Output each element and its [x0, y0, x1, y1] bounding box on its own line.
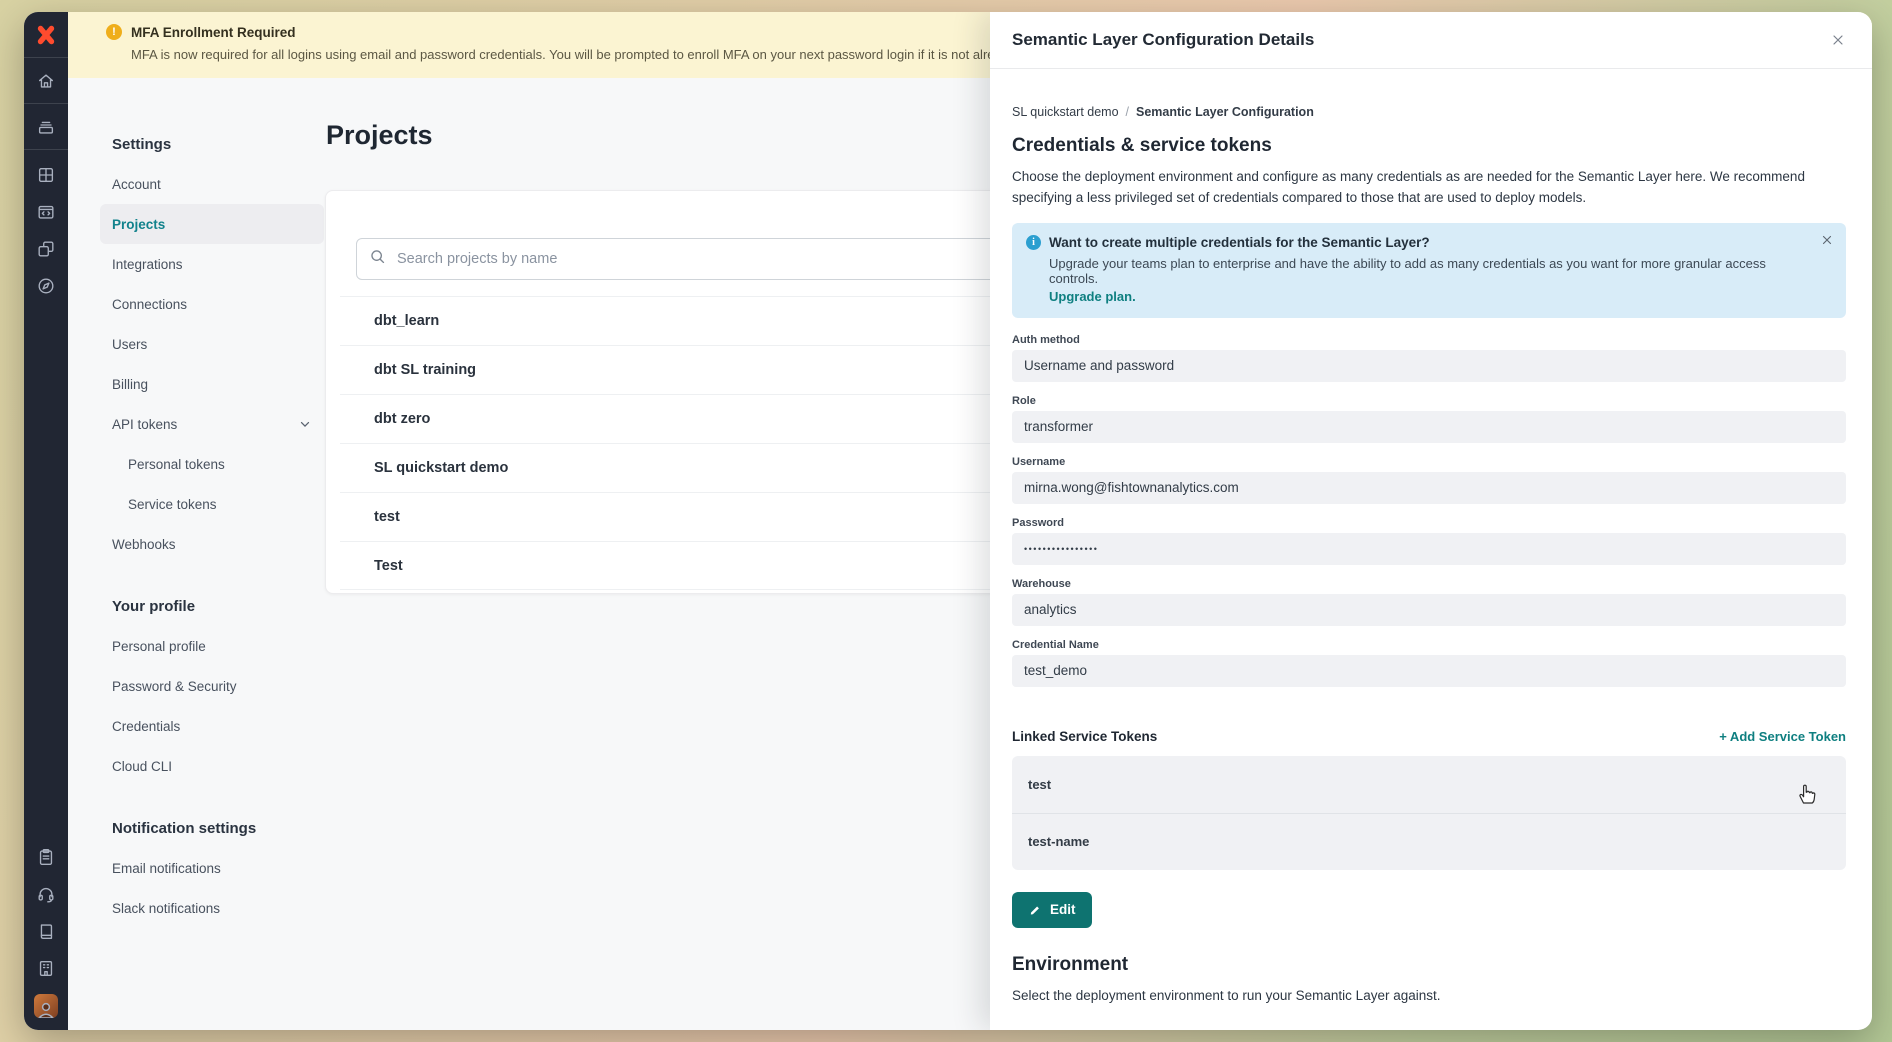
- search-icon: [369, 248, 386, 270]
- app-window: ! MFA Enrollment Required MFA is now req…: [24, 12, 1872, 1030]
- branch-icon[interactable]: [24, 230, 68, 267]
- pencil-icon: [1028, 903, 1042, 917]
- credential-name-field[interactable]: test_demo: [1012, 655, 1846, 687]
- password-field[interactable]: ••••••••••••••••: [1012, 533, 1846, 565]
- chevron-down-icon: [298, 417, 312, 431]
- add-service-token-button[interactable]: + Add Service Token: [1719, 729, 1846, 744]
- role-field[interactable]: transformer: [1012, 411, 1846, 443]
- breadcrumb-section: Semantic Layer Configuration: [1136, 105, 1314, 119]
- settings-nav-cloud-cli[interactable]: Cloud CLI: [112, 746, 312, 786]
- panel-title: Semantic Layer Configuration Details: [1012, 30, 1314, 50]
- panel-body: SL quickstart demo/Semantic Layer Config…: [990, 69, 1872, 1007]
- settings-nav-webhooks[interactable]: Webhooks: [112, 524, 312, 564]
- settings-nav-billing[interactable]: Billing: [112, 364, 312, 404]
- search-input[interactable]: [395, 250, 1005, 268]
- info-close-icon[interactable]: [1820, 233, 1834, 252]
- app-sidebar: [24, 12, 68, 1030]
- settings-nav-api-tokens[interactable]: API tokens: [112, 404, 312, 444]
- environment-description: Select the deployment environment to run…: [1012, 986, 1846, 1007]
- warning-icon: !: [106, 24, 122, 40]
- organization-icon[interactable]: [24, 949, 68, 986]
- page-title: Projects: [326, 120, 433, 151]
- mfa-banner-title: MFA Enrollment Required: [131, 25, 296, 40]
- settings-nav-service-tokens[interactable]: Service tokens: [112, 484, 312, 524]
- info-icon: i: [1026, 235, 1041, 250]
- settings-nav: Settings Account Projects Integrations C…: [112, 124, 312, 928]
- your-profile-heading: Your profile: [112, 586, 312, 626]
- develop-icon[interactable]: [24, 193, 68, 230]
- settings-nav-heading: Settings: [112, 124, 312, 164]
- service-tokens-list: test test-name: [1012, 756, 1846, 870]
- password-label: Password: [1012, 517, 1846, 529]
- info-body: Upgrade your teams plan to enterprise an…: [1049, 256, 1806, 286]
- close-icon[interactable]: [1826, 28, 1850, 52]
- project-row[interactable]: dbt SL training: [340, 345, 1030, 394]
- notes-icon[interactable]: [24, 838, 68, 875]
- service-token-row[interactable]: test-name: [1012, 813, 1846, 870]
- breadcrumb-project[interactable]: SL quickstart demo: [1012, 105, 1119, 119]
- deploy-icon[interactable]: [24, 104, 68, 150]
- warehouse-label: Warehouse: [1012, 578, 1846, 590]
- dashboard-icon[interactable]: [24, 156, 68, 193]
- semantic-layer-panel: Semantic Layer Configuration Details SL …: [990, 12, 1872, 1030]
- settings-nav-slack-notifications[interactable]: Slack notifications: [112, 888, 312, 928]
- warehouse-field[interactable]: analytics: [1012, 594, 1846, 626]
- settings-nav-integrations[interactable]: Integrations: [112, 244, 312, 284]
- linked-service-tokens-label: Linked Service Tokens: [1012, 729, 1157, 744]
- credentials-description: Choose the deployment environment and co…: [1012, 167, 1846, 209]
- settings-nav-connections[interactable]: Connections: [112, 284, 312, 324]
- username-field[interactable]: mirna.wong@fishtownanalytics.com: [1012, 472, 1846, 504]
- dbt-logo[interactable]: [24, 12, 68, 58]
- breadcrumb: SL quickstart demo/Semantic Layer Config…: [1012, 105, 1846, 119]
- project-list: dbt_learn dbt SL training dbt zero SL qu…: [340, 296, 1030, 590]
- environment-heading: Environment: [1012, 954, 1846, 976]
- project-row[interactable]: dbt zero: [340, 394, 1030, 443]
- settings-nav-users[interactable]: Users: [112, 324, 312, 364]
- project-row[interactable]: test: [340, 492, 1030, 541]
- project-search[interactable]: [356, 238, 1018, 280]
- projects-card: dbt_learn dbt SL training dbt zero SL qu…: [325, 190, 1045, 594]
- upgrade-plan-link[interactable]: Upgrade plan.: [1049, 289, 1136, 304]
- explore-icon[interactable]: [24, 267, 68, 304]
- home-icon[interactable]: [24, 58, 68, 104]
- settings-nav-password-security[interactable]: Password & Security: [112, 666, 312, 706]
- service-token-row[interactable]: test: [1012, 756, 1846, 813]
- docs-icon[interactable]: [24, 912, 68, 949]
- settings-nav-personal-profile[interactable]: Personal profile: [112, 626, 312, 666]
- notification-settings-heading: Notification settings: [112, 808, 312, 848]
- credentials-heading: Credentials & service tokens: [1012, 135, 1846, 157]
- project-row[interactable]: dbt_learn: [340, 296, 1030, 345]
- settings-nav-email-notifications[interactable]: Email notifications: [112, 848, 312, 888]
- credential-name-label: Credential Name: [1012, 639, 1846, 651]
- edit-button[interactable]: Edit: [1012, 892, 1092, 928]
- settings-nav-projects[interactable]: Projects: [100, 204, 324, 244]
- auth-method-field[interactable]: Username and password: [1012, 350, 1846, 382]
- username-label: Username: [1012, 456, 1846, 468]
- panel-header: Semantic Layer Configuration Details: [990, 12, 1872, 69]
- project-row[interactable]: SL quickstart demo: [340, 443, 1030, 492]
- settings-nav-personal-tokens[interactable]: Personal tokens: [112, 444, 312, 484]
- support-icon[interactable]: [24, 875, 68, 912]
- credential-fields: Auth method Username and password Role t…: [1012, 334, 1846, 687]
- project-row[interactable]: Test: [340, 541, 1030, 590]
- settings-nav-credentials[interactable]: Credentials: [112, 706, 312, 746]
- role-label: Role: [1012, 395, 1846, 407]
- info-title: Want to create multiple credentials for …: [1049, 235, 1430, 250]
- auth-method-label: Auth method: [1012, 334, 1846, 346]
- upgrade-info-banner: i Want to create multiple credentials fo…: [1012, 223, 1846, 318]
- settings-nav-account[interactable]: Account: [112, 164, 312, 204]
- user-avatar[interactable]: [34, 994, 58, 1018]
